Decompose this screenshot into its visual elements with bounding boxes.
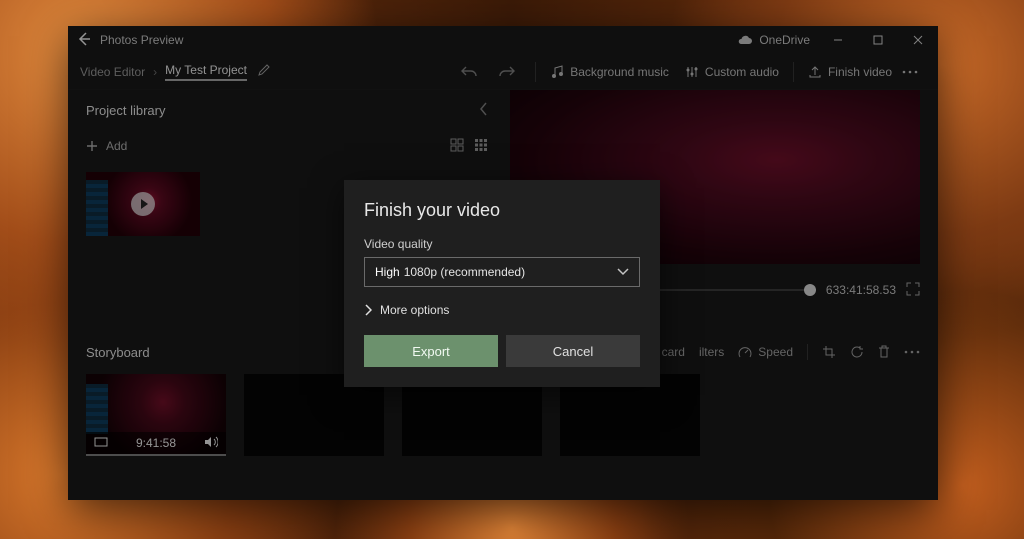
- export-button[interactable]: Export: [364, 335, 498, 367]
- more-options-label: More options: [380, 303, 449, 317]
- export-label: Export: [412, 344, 450, 359]
- dialog-title: Finish your video: [364, 200, 640, 221]
- video-quality-select[interactable]: High 1080p (recommended): [364, 257, 640, 287]
- more-options-toggle[interactable]: More options: [364, 303, 640, 317]
- quality-value-strong: High: [375, 265, 400, 279]
- desktop-wallpaper: Photos Preview OneDrive Video Editor › M…: [0, 0, 1024, 539]
- finish-video-dialog: Finish your video Video quality High 1080…: [344, 180, 660, 387]
- photos-video-editor-window: Photos Preview OneDrive Video Editor › M…: [68, 26, 938, 500]
- cancel-button[interactable]: Cancel: [506, 335, 640, 367]
- quality-value-rest: 1080p (recommended): [404, 265, 525, 279]
- video-quality-label: Video quality: [364, 237, 640, 251]
- chevron-right-icon: [364, 304, 372, 316]
- cancel-label: Cancel: [553, 344, 593, 359]
- chevron-down-icon: [617, 265, 629, 279]
